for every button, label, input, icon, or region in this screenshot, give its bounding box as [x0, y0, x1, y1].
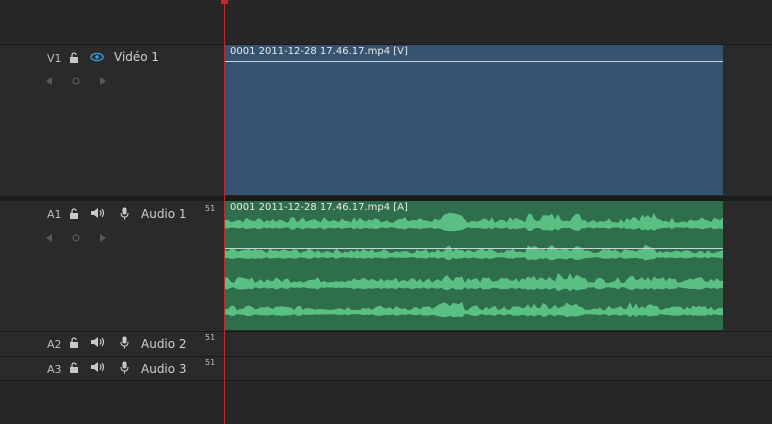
audio-clip[interactable]: 0001 2011-12-28 17.46.17.mp4 [A]	[225, 201, 723, 330]
track-name[interactable]: Audio 1	[141, 207, 187, 221]
timeline-ruler-area[interactable]	[0, 0, 772, 44]
microphone-icon[interactable]	[120, 361, 129, 374]
next-keyframe-icon[interactable]	[100, 234, 106, 242]
previous-keyframe-icon[interactable]	[46, 234, 52, 242]
audio-track-2-header: A2 Audio 2 51	[0, 332, 224, 356]
lock-icon[interactable]	[69, 362, 79, 373]
video-track-1-header: V1 Vidéo 1	[0, 45, 224, 196]
track-name[interactable]: Vidéo 1	[114, 50, 159, 64]
waveform-band	[225, 212, 723, 232]
clip-label: 0001 2011-12-28 17.46.17.mp4 [A]	[230, 202, 408, 213]
speaker-icon[interactable]	[90, 336, 106, 348]
track-code[interactable]: A1	[47, 208, 62, 221]
track-name[interactable]: Audio 3	[141, 362, 187, 376]
playhead-line[interactable]	[224, 0, 225, 424]
lock-icon[interactable]	[69, 337, 79, 348]
audio-track-1-header: A1 Audio 1 51	[0, 201, 224, 331]
channel-count: 51	[205, 358, 216, 367]
video-clip[interactable]: 0001 2011-12-28 17.46.17.mp4 [V]	[225, 45, 723, 195]
audio-waveform	[225, 212, 723, 318]
next-keyframe-icon[interactable]	[100, 77, 106, 85]
clip-label: 0001 2011-12-28 17.46.17.mp4 [V]	[230, 46, 408, 57]
waveform-band	[225, 301, 723, 318]
eye-icon[interactable]	[90, 52, 104, 62]
track-code[interactable]: V1	[47, 52, 62, 65]
lock-icon[interactable]	[69, 52, 79, 63]
volume-rubber-band[interactable]	[225, 248, 723, 249]
speaker-icon[interactable]	[90, 361, 106, 373]
track-divider	[0, 380, 772, 381]
track-name[interactable]: Audio 2	[141, 337, 187, 351]
add-keyframe-icon[interactable]	[72, 77, 80, 85]
microphone-icon[interactable]	[120, 207, 129, 220]
channel-count: 51	[205, 333, 216, 342]
previous-keyframe-icon[interactable]	[46, 77, 52, 85]
waveform-band	[225, 272, 723, 292]
track-code[interactable]: A3	[47, 363, 62, 376]
channel-count: 51	[205, 204, 216, 213]
lock-icon[interactable]	[69, 208, 79, 219]
add-keyframe-icon[interactable]	[72, 234, 80, 242]
speaker-icon[interactable]	[90, 207, 106, 219]
track-code[interactable]: A2	[47, 338, 62, 351]
microphone-icon[interactable]	[120, 336, 129, 349]
audio-track-3-header: A3 Audio 3 51	[0, 357, 224, 380]
playhead-marker[interactable]	[221, 0, 228, 4]
opacity-rubber-band[interactable]	[225, 61, 723, 62]
